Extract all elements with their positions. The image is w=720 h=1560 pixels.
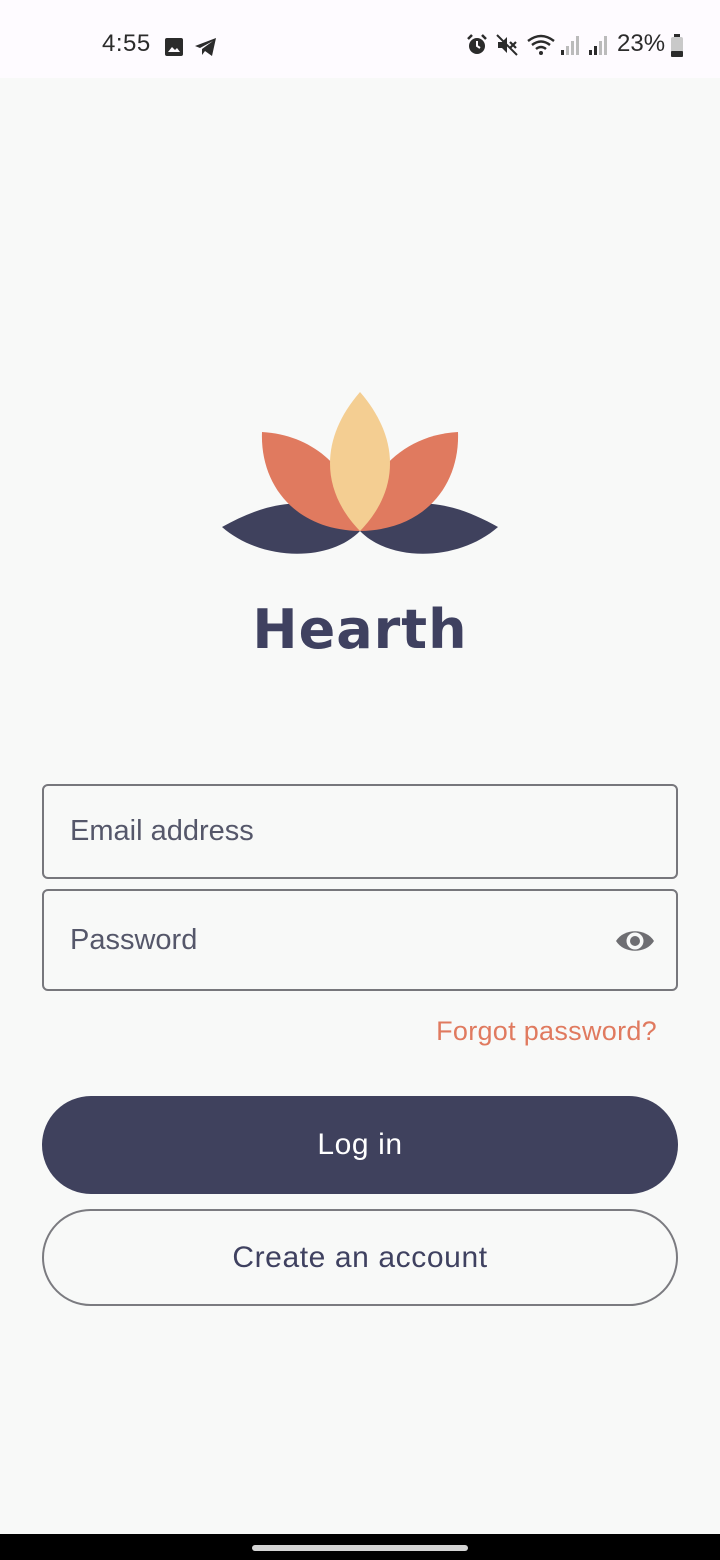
wifi-icon <box>527 34 555 55</box>
login-screen: 4:55 23% Hearth Email address Forgot pas… <box>0 0 720 1560</box>
signal-icon <box>561 36 579 55</box>
battery-icon <box>671 34 683 57</box>
email-field[interactable] <box>70 786 610 877</box>
alarm-icon <box>467 34 487 54</box>
mute-icon <box>496 34 518 56</box>
battery-percentage: 23% <box>617 30 666 57</box>
signal-icon <box>589 36 607 55</box>
eye-icon[interactable] <box>614 925 656 957</box>
status-bar: 4:55 23% <box>0 0 720 78</box>
home-gesture-handle[interactable] <box>252 1545 468 1551</box>
email-field-container <box>42 784 678 879</box>
status-time: 4:55 <box>102 30 151 57</box>
telegram-icon <box>195 38 216 56</box>
app-name: Hearth <box>252 598 468 661</box>
password-field-container <box>42 889 678 991</box>
forgot-password-link[interactable]: Forgot password? <box>436 1016 657 1047</box>
create-account-button[interactable]: Create an account <box>42 1209 678 1306</box>
login-button[interactable]: Log in <box>42 1096 678 1194</box>
hearth-logo <box>222 392 498 554</box>
gallery-icon <box>165 38 183 56</box>
navigation-bar <box>0 1534 720 1560</box>
password-field[interactable] <box>70 891 610 989</box>
